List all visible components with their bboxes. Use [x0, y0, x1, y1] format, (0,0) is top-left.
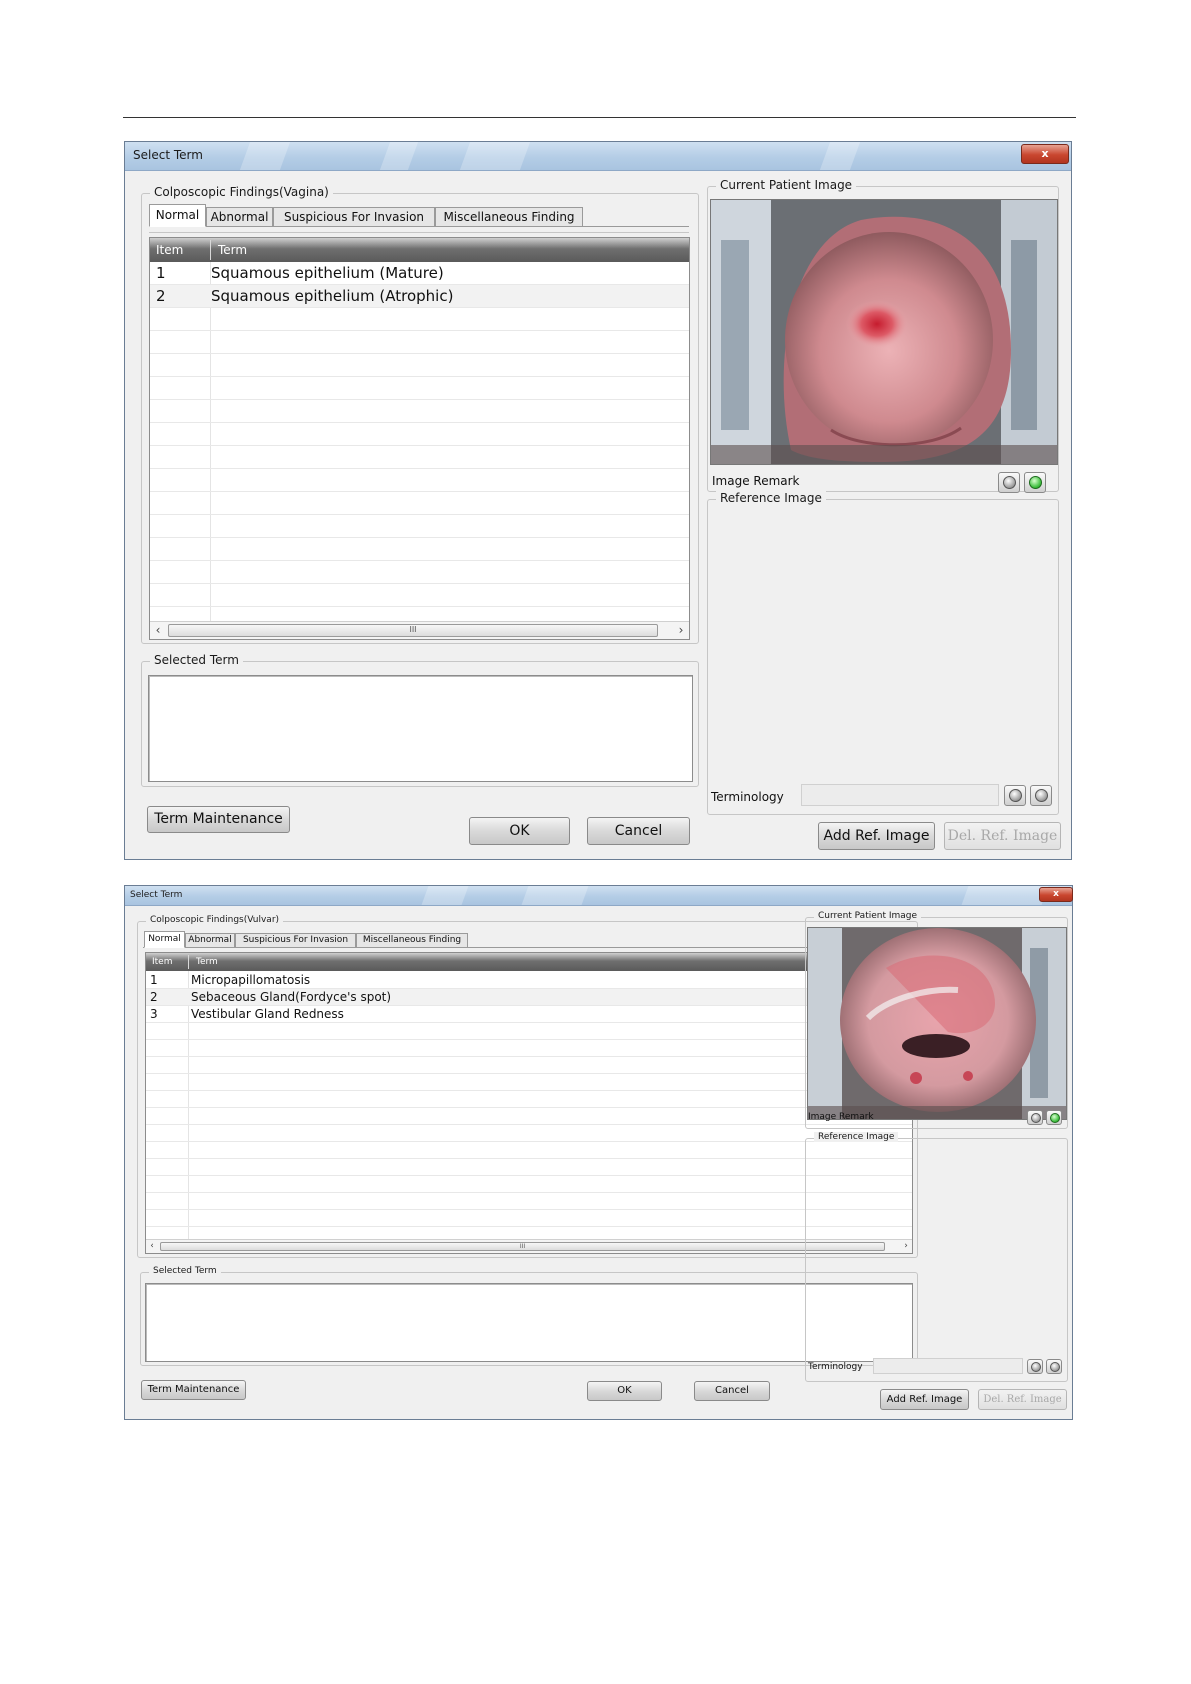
term-maintenance-button[interactable]: Term Maintenance: [141, 1380, 246, 1400]
tab-miscellaneous-finding[interactable]: Miscellaneous Finding: [435, 207, 583, 227]
circle-grey-icon: [1003, 476, 1016, 489]
terms-table: Item Term 1 Squamous epithelium (Mature)…: [149, 237, 690, 640]
horizontal-scrollbar[interactable]: ‹ III ›: [150, 621, 689, 639]
chevron-left-icon[interactable]: ‹: [152, 622, 164, 638]
column-header-item[interactable]: Item: [152, 953, 173, 971]
close-icon: x: [1053, 889, 1059, 899]
close-button[interactable]: x: [1039, 887, 1073, 902]
terminology-field[interactable]: [801, 784, 999, 806]
selected-term-box[interactable]: [145, 1283, 913, 1362]
selected-term-label: Selected Term: [149, 1266, 221, 1276]
tab-suspicious-for-invasion[interactable]: Suspicious For Invasion: [235, 933, 356, 948]
del-ref-image-button[interactable]: Del. Ref. Image: [978, 1389, 1067, 1410]
table-header: Item Term: [150, 238, 689, 262]
reference-image-label: Reference Image: [716, 491, 826, 505]
close-button[interactable]: x: [1021, 144, 1069, 164]
scrollbar-thumb[interactable]: III: [160, 1242, 885, 1251]
term-maintenance-button[interactable]: Term Maintenance: [147, 806, 290, 833]
remark-next-button[interactable]: [1024, 472, 1046, 493]
window-title: Select Term: [130, 890, 183, 900]
circle-green-icon: [1050, 1113, 1060, 1123]
chevron-left-icon[interactable]: ‹: [147, 1240, 157, 1252]
del-ref-image-button[interactable]: Del. Ref. Image: [944, 822, 1061, 850]
terminology-field[interactable]: [873, 1358, 1023, 1374]
findings-group-label: Colposcopic Findings(Vulvar): [146, 915, 284, 925]
tab-abnormal[interactable]: Abnormal: [185, 933, 235, 948]
terminology-next-button[interactable]: [1046, 1359, 1062, 1374]
table-row[interactable]: 2 Squamous epithelium (Atrophic): [150, 285, 689, 308]
add-ref-image-button[interactable]: Add Ref. Image: [818, 822, 935, 850]
window-title: Select Term: [133, 148, 203, 162]
circle-grey-icon: [1031, 1362, 1041, 1372]
chevron-right-icon[interactable]: ›: [675, 622, 687, 638]
title-bar[interactable]: Select Term x: [125, 886, 1073, 906]
terminology-label: Terminology: [711, 790, 784, 804]
circle-grey-icon: [1035, 789, 1048, 802]
ok-button[interactable]: OK: [469, 817, 570, 845]
circle-grey-icon: [1009, 789, 1022, 802]
table-header: Item Term: [146, 953, 912, 971]
image-remark-label: Image Remark: [712, 474, 800, 488]
cancel-button[interactable]: Cancel: [587, 817, 690, 845]
page-top-rule: [123, 117, 1076, 118]
table-row[interactable]: 3 Vestibular Gland Redness: [146, 1006, 912, 1023]
tab-suspicious-for-invasion[interactable]: Suspicious For Invasion: [273, 207, 435, 227]
table-row[interactable]: 2 Sebaceous Gland(Fordyce's spot): [146, 989, 912, 1006]
select-term-dialog-vulvar: Select Term x Colposcopic Findings(Vulva…: [124, 885, 1073, 1420]
tab-miscellaneous-finding[interactable]: Miscellaneous Finding: [356, 933, 468, 948]
selected-term-label: Selected Term: [150, 653, 243, 667]
remark-prev-button[interactable]: [998, 472, 1020, 493]
current-patient-image[interactable]: [710, 199, 1058, 465]
image-remark-label: Image Remark: [808, 1112, 874, 1122]
scrollbar-thumb[interactable]: III: [168, 624, 658, 637]
terminology-prev-button[interactable]: [1027, 1359, 1043, 1374]
findings-group-label: Colposcopic Findings(Vagina): [150, 185, 333, 199]
title-bar[interactable]: Select Term x: [125, 142, 1071, 171]
column-header-item[interactable]: Item: [156, 238, 183, 262]
column-header-term[interactable]: Term: [218, 238, 247, 262]
tab-abnormal[interactable]: Abnormal: [206, 207, 273, 227]
circle-grey-icon: [1050, 1362, 1060, 1372]
circle-green-icon: [1029, 476, 1042, 489]
table-row[interactable]: 1 Micropapillomatosis: [146, 972, 912, 989]
terminology-next-button[interactable]: [1030, 785, 1052, 806]
horizontal-scrollbar[interactable]: ‹ III ›: [146, 1239, 912, 1253]
table-row[interactable]: 1 Squamous epithelium (Mature): [150, 262, 689, 285]
current-patient-image[interactable]: [807, 927, 1067, 1120]
reference-image-label: Reference Image: [814, 1132, 899, 1142]
tab-normal[interactable]: Normal: [144, 931, 185, 948]
terms-table: Item Term 1 Micropapillomatosis 2 Sebace…: [145, 952, 913, 1254]
tab-normal[interactable]: Normal: [149, 204, 206, 227]
terminology-prev-button[interactable]: [1004, 785, 1026, 806]
add-ref-image-button[interactable]: Add Ref. Image: [880, 1389, 969, 1410]
current-patient-image-label: Current Patient Image: [814, 911, 922, 921]
reference-image-group: Reference Image: [805, 1132, 1068, 1382]
remark-prev-button[interactable]: [1027, 1110, 1043, 1125]
circle-grey-icon: [1031, 1113, 1041, 1123]
selected-term-box[interactable]: [148, 675, 693, 782]
cancel-button[interactable]: Cancel: [694, 1381, 770, 1401]
close-icon: x: [1041, 147, 1049, 160]
select-term-dialog-vagina: Select Term x Colposcopic Findings(Vagin…: [124, 141, 1072, 860]
reference-image-group: Reference Image: [707, 491, 1059, 815]
ok-button[interactable]: OK: [587, 1381, 662, 1401]
terminology-label: Terminology: [808, 1362, 863, 1372]
column-header-term[interactable]: Term: [196, 953, 218, 971]
current-patient-image-label: Current Patient Image: [716, 178, 857, 192]
remark-next-button[interactable]: [1046, 1110, 1062, 1125]
